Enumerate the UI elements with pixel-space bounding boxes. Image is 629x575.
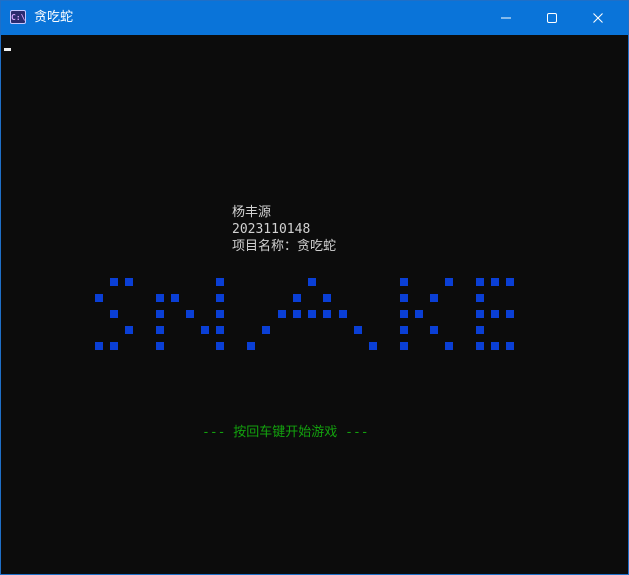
logo-pixel — [186, 310, 194, 318]
logo-pixel — [506, 278, 514, 286]
logo-pixel — [491, 342, 499, 350]
logo-pixel — [506, 310, 514, 318]
logo-pixel — [430, 326, 438, 334]
logo-pixel — [476, 278, 484, 286]
logo-pixel — [293, 294, 301, 302]
minimize-icon — [501, 17, 511, 19]
maximize-icon — [547, 13, 557, 23]
window-title: 贪吃蛇 — [34, 10, 74, 25]
logo-pixel — [110, 342, 118, 350]
logo-pixel — [293, 310, 301, 318]
logo-pixel — [491, 310, 499, 318]
console-app-icon[interactable]: C:\ — [10, 10, 26, 24]
logo-pixel — [445, 342, 453, 350]
logo-pixel — [491, 278, 499, 286]
logo-pixel — [400, 310, 408, 318]
logo-pixel — [476, 310, 484, 318]
logo-pixel — [216, 294, 224, 302]
logo-pixel — [125, 278, 133, 286]
logo-pixel — [156, 310, 164, 318]
snake-pixel-logo — [1, 35, 628, 574]
logo-pixel — [476, 326, 484, 334]
logo-pixel — [95, 294, 103, 302]
logo-pixel — [400, 294, 408, 302]
logo-pixel — [445, 278, 453, 286]
logo-pixel — [400, 326, 408, 334]
logo-pixel — [415, 310, 423, 318]
close-button[interactable] — [575, 1, 621, 35]
console-window: C:\ 贪吃蛇 杨丰源 2023110148 项目名称：贪吃蛇 --- 按回车键… — [0, 0, 629, 575]
logo-pixel — [216, 310, 224, 318]
logo-pixel — [430, 294, 438, 302]
logo-pixel — [400, 342, 408, 350]
logo-pixel — [216, 278, 224, 286]
logo-pixel — [171, 294, 179, 302]
logo-pixel — [95, 342, 103, 350]
close-icon — [593, 13, 603, 23]
logo-pixel — [216, 342, 224, 350]
logo-pixel — [156, 326, 164, 334]
logo-pixel — [354, 326, 362, 334]
logo-pixel — [110, 310, 118, 318]
logo-pixel — [369, 342, 377, 350]
logo-pixel — [308, 310, 316, 318]
logo-pixel — [201, 326, 209, 334]
minimize-button[interactable] — [483, 1, 529, 35]
logo-pixel — [476, 342, 484, 350]
logo-pixel — [125, 326, 133, 334]
logo-pixel — [156, 342, 164, 350]
start-game-prompt: --- 按回车键开始游戏 --- — [202, 425, 369, 440]
logo-pixel — [339, 310, 347, 318]
logo-pixel — [506, 342, 514, 350]
logo-pixel — [110, 278, 118, 286]
logo-pixel — [216, 326, 224, 334]
logo-pixel — [156, 294, 164, 302]
title-bar[interactable]: C:\ 贪吃蛇 — [1, 1, 628, 35]
logo-pixel — [400, 278, 408, 286]
logo-pixel — [476, 294, 484, 302]
logo-pixel — [323, 294, 331, 302]
console-output[interactable]: 杨丰源 2023110148 项目名称：贪吃蛇 --- 按回车键开始游戏 --- — [1, 35, 628, 574]
logo-pixel — [323, 310, 331, 318]
logo-pixel — [262, 326, 270, 334]
logo-pixel — [278, 310, 286, 318]
maximize-button[interactable] — [529, 1, 575, 35]
logo-pixel — [308, 278, 316, 286]
logo-pixel — [247, 342, 255, 350]
